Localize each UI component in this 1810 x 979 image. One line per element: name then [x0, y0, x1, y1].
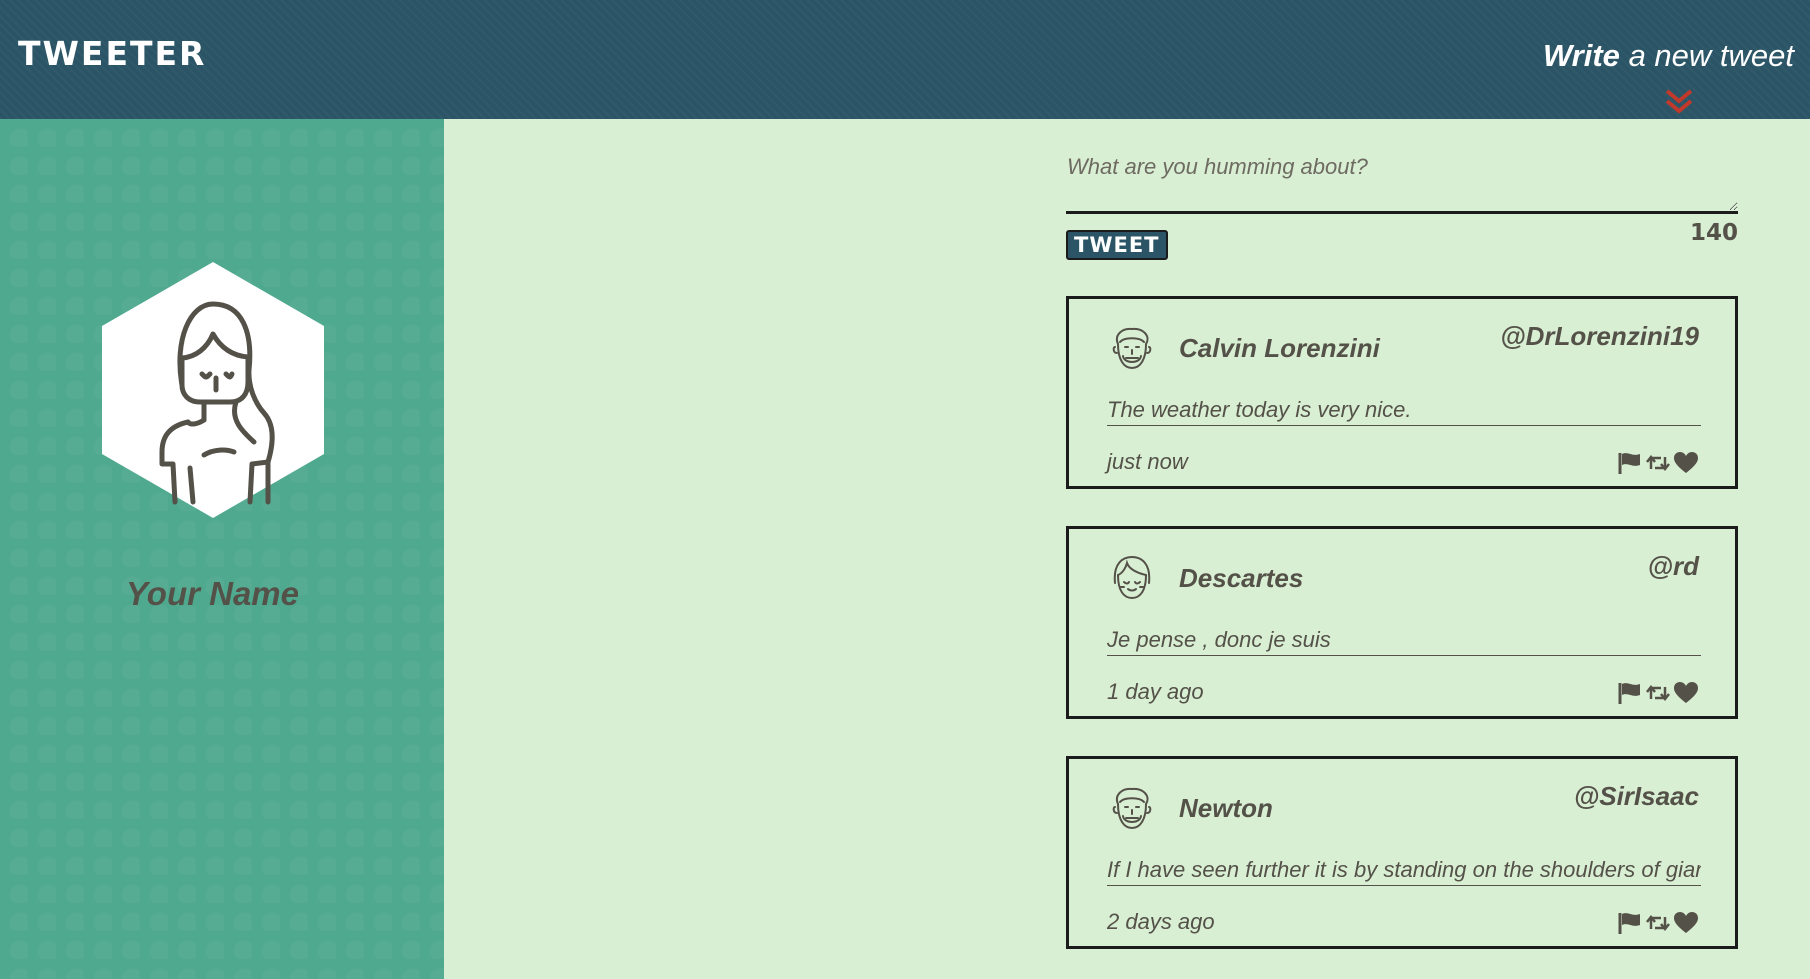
heart-icon[interactable] [1673, 451, 1699, 475]
retweet-icon[interactable] [1645, 451, 1671, 475]
tweet-timestamp: just now [1107, 449, 1188, 474]
compose-form: TWEET 140 [1066, 148, 1738, 260]
curly-hair-avatar-icon [1112, 327, 1152, 370]
retweet-icon[interactable] [1645, 911, 1671, 935]
tweet-text: If I have seen further it is by standing… [1107, 857, 1701, 886]
flag-icon[interactable] [1617, 681, 1643, 705]
curly-hair-avatar-icon [1112, 787, 1152, 830]
tweet-card: Descartes @rd Je pense , donc je suis 1 … [1066, 526, 1738, 719]
tweet-button[interactable]: TWEET [1066, 230, 1168, 260]
flag-icon[interactable] [1617, 451, 1643, 475]
flag-icon[interactable] [1617, 911, 1643, 935]
tweet-input[interactable] [1066, 148, 1738, 214]
brand-logo[interactable]: TWEETER [18, 34, 206, 73]
char-counter: 140 [1689, 220, 1738, 246]
heart-icon[interactable] [1673, 681, 1699, 705]
tweet-author-name[interactable]: Descartes [1179, 563, 1303, 594]
double-chevron-down-icon[interactable] [1662, 87, 1696, 117]
profile-sidebar: Your Name [0, 119, 444, 979]
tweet-timestamp: 2 days ago [1107, 909, 1215, 934]
top-nav: TWEETER Write a new tweet [0, 0, 1810, 119]
tweet-text: The weather today is very nice. [1107, 397, 1701, 426]
tweet-author-handle[interactable]: @rd [1648, 551, 1699, 582]
bangs-avatar-icon [1113, 555, 1151, 600]
profile-name: Your Name [126, 575, 299, 612]
heart-icon[interactable] [1673, 911, 1699, 935]
tweet-card: Calvin Lorenzini @DrLorenzini19 The weat… [1066, 296, 1738, 489]
tweet-actions [1617, 451, 1699, 475]
tweet-actions [1617, 911, 1699, 935]
tweet-author-name[interactable]: Calvin Lorenzini [1179, 333, 1380, 364]
tweet-actions [1617, 681, 1699, 705]
tweet-author-handle[interactable]: @DrLorenzini19 [1500, 321, 1699, 352]
tweet-card: Newton @SirIsaac If I have seen further … [1066, 756, 1738, 949]
compose-toggle[interactable]: Write a new tweet [1543, 38, 1794, 74]
woman-avatar-icon [102, 262, 324, 518]
tweet-author-name[interactable]: Newton [1179, 793, 1273, 824]
tweet-text: Je pense , donc je suis [1107, 627, 1701, 656]
tweet-author-handle[interactable]: @SirIsaac [1574, 781, 1699, 812]
compose-toggle-write: Write [1542, 38, 1620, 73]
compose-toggle-label: a new tweet [1628, 38, 1794, 73]
tweet-timestamp: 1 day ago [1107, 679, 1204, 704]
retweet-icon[interactable] [1645, 681, 1671, 705]
